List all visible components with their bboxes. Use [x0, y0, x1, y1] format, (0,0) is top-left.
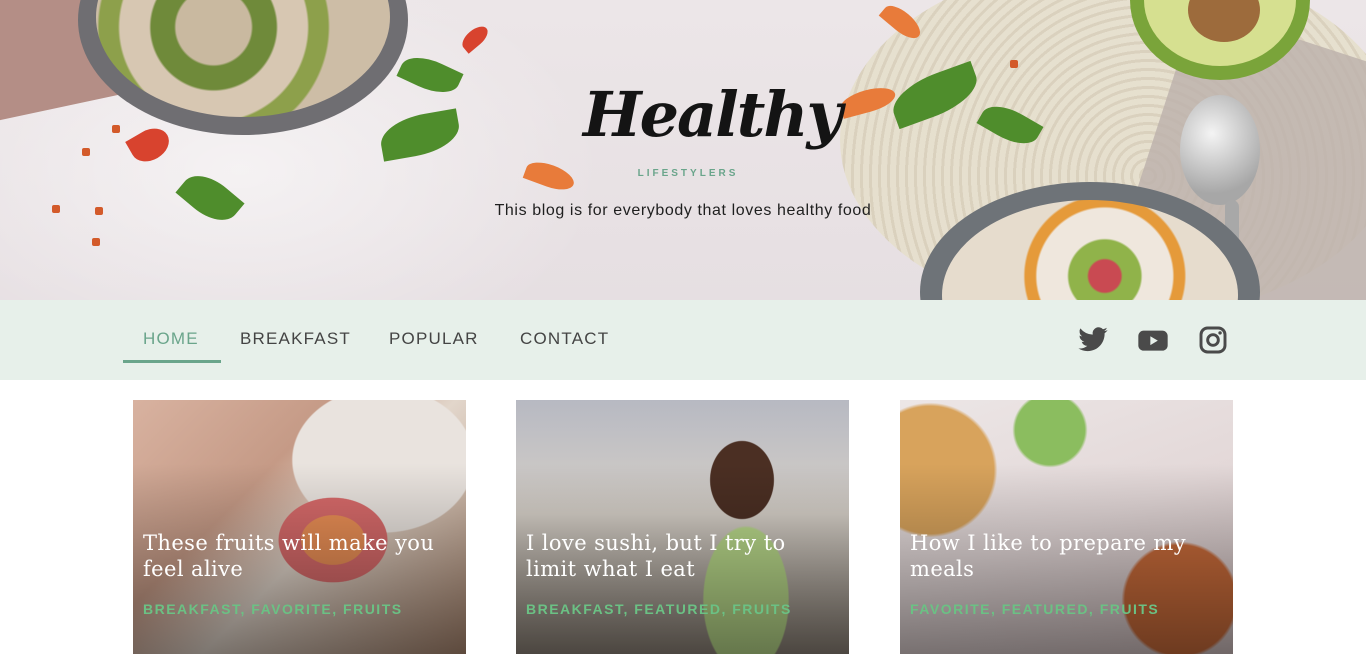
nav-item-home[interactable]: HOME: [143, 329, 199, 349]
main-navigation: HOME BREAKFAST POPULAR CONTACT: [0, 300, 1366, 380]
post-title[interactable]: How I like to prepare my meals: [910, 530, 1220, 582]
post-card[interactable]: These fruits will make you feel alive BR…: [133, 400, 466, 654]
twitter-icon[interactable]: [1077, 324, 1109, 356]
youtube-icon[interactable]: [1137, 324, 1169, 356]
post-card[interactable]: How I like to prepare my meals FAVORITE,…: [900, 400, 1233, 654]
brand-block: Healthy LIFESTYLERS This blog is for eve…: [0, 0, 1366, 300]
nav-item-popular[interactable]: POPULAR: [389, 329, 479, 349]
post-tags[interactable]: FAVORITE, FEATURED, FRUITS: [910, 601, 1230, 617]
post-tags[interactable]: BREAKFAST, FEATURED, FRUITS: [526, 601, 846, 617]
post-title[interactable]: I love sushi, but I try to limit what I …: [526, 530, 836, 582]
logo-subtitle: LIFESTYLERS: [637, 168, 739, 179]
post-tags[interactable]: BREAKFAST, FAVORITE, FRUITS: [143, 601, 463, 617]
post-title[interactable]: These fruits will make you feel alive: [143, 530, 453, 582]
logo-title[interactable]: Healthy: [583, 84, 843, 146]
nav-item-breakfast[interactable]: BREAKFAST: [240, 329, 351, 349]
nav-item-contact[interactable]: CONTACT: [520, 329, 609, 349]
site-tagline: This blog is for everybody that loves he…: [494, 202, 872, 219]
hero-banner: Healthy LIFESTYLERS This blog is for eve…: [0, 0, 1366, 300]
instagram-icon[interactable]: [1197, 324, 1229, 356]
nav-active-indicator: [123, 360, 221, 363]
post-card[interactable]: I love sushi, but I try to limit what I …: [516, 400, 849, 654]
